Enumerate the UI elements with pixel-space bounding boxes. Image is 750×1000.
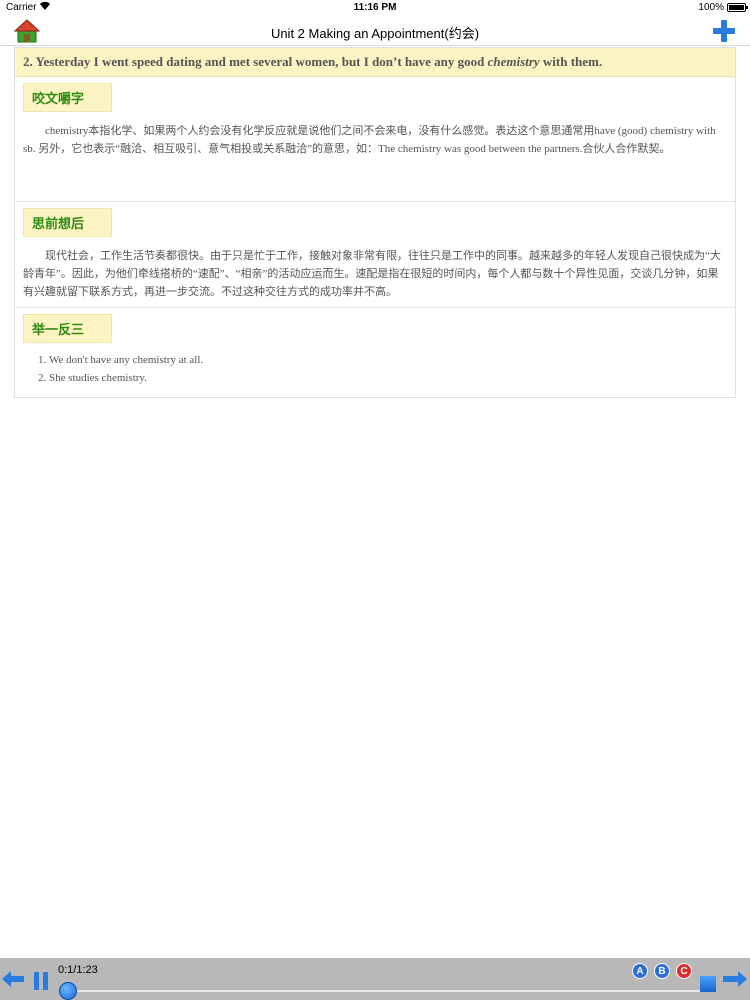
question-keyword: chemistry	[487, 54, 540, 69]
status-bar: Carrier 11:16 PM 100%	[0, 0, 750, 16]
back-arrow-icon[interactable]	[2, 970, 24, 988]
progress-slider-handle[interactable]	[59, 982, 78, 1000]
battery-icon	[727, 3, 748, 12]
section-text: 现代社会，工作生活节奏都很快。由于只是忙于工作，接触对象非常有限，往往只是工作中…	[23, 250, 721, 298]
example-list: We don't have any chemistry at all. She …	[23, 351, 727, 387]
forward-arrow-icon[interactable]	[723, 970, 747, 988]
section-tag: 咬文嚼字	[23, 83, 112, 112]
section-tag: 思前想后	[23, 208, 112, 237]
status-time: 11:16 PM	[353, 2, 397, 13]
pause-icon[interactable]	[33, 971, 49, 991]
lesson-card: 2. Yesterday I went speed dating and met…	[14, 47, 736, 398]
playback-time: 0:1/1:23	[58, 964, 98, 976]
section-word-study: 咬文嚼字 chemistry本指化学、如果两个人约会没有化学反应就是说他们之间不…	[15, 77, 735, 202]
battery-percent: 100%	[698, 2, 724, 13]
question-sentence: 2. Yesterday I went speed dating and met…	[15, 48, 735, 77]
nav-bar: Unit 2 Making an Appointment(约会)	[0, 16, 750, 46]
page-title: Unit 2 Making an Appointment(约会)	[270, 26, 480, 41]
section-reflection: 思前想后 现代社会，工作生活节奏都很快。由于只是忙于工作，接触对象非常有限，往往…	[15, 202, 735, 308]
stop-icon[interactable]	[700, 976, 716, 992]
list-item: We don't have any chemistry at all.	[49, 351, 727, 369]
section-text: chemistry本指化学、如果两个人约会没有化学反应就是说他们之间不会来电，没…	[23, 125, 716, 155]
audio-player: 0:1/1:23 A B C	[0, 958, 750, 1000]
speed-a-button[interactable]: A	[632, 963, 648, 979]
section-tag: 举一反三	[23, 314, 112, 343]
progress-track[interactable]	[62, 990, 702, 992]
speed-b-button[interactable]: B	[654, 963, 670, 979]
question-prefix: 2. Yesterday I went speed dating and met…	[23, 54, 488, 69]
section-examples: 举一反三 We don't have any chemistry at all.…	[15, 308, 735, 397]
plus-icon[interactable]	[712, 19, 736, 43]
speed-c-button[interactable]: C	[676, 963, 692, 979]
question-suffix: with them.	[539, 54, 603, 69]
list-item: She studies chemistry.	[49, 369, 727, 387]
